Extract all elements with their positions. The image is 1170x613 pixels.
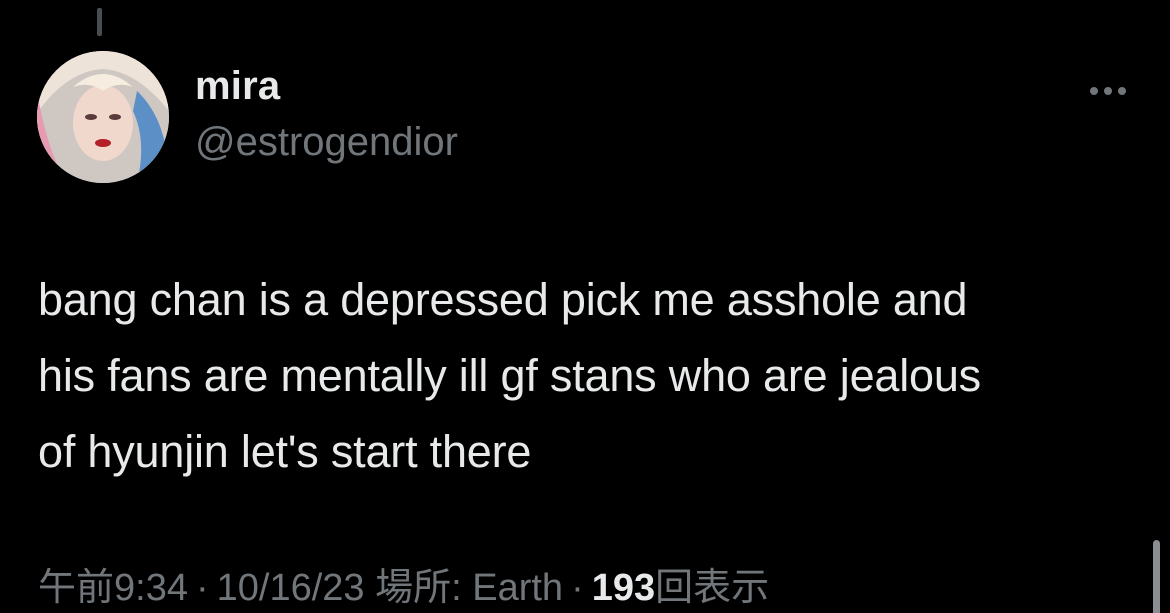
more-horizontal-icon-dot	[1104, 87, 1112, 95]
views-label: 回表示	[655, 567, 770, 609]
views-count[interactable]: 193	[592, 567, 655, 609]
tweet-metadata: 午前9:34 · 10/16/23 場所: Earth · 193回表示	[38, 556, 769, 611]
author-handle[interactable]: @estrogendior	[195, 120, 458, 165]
tweet-text-line: his fans are mentally ill gf stans who a…	[38, 350, 981, 401]
avatar[interactable]	[37, 51, 169, 183]
tweet-time[interactable]: 午前9:34	[38, 567, 188, 609]
tweet-text-line: bang chan is a depressed pick me asshole…	[38, 274, 968, 325]
tweet-date[interactable]: 10/16/23	[217, 567, 365, 609]
separator: ·	[195, 567, 209, 609]
tweet-text: bang chan is a depressed pick me asshole…	[38, 262, 1138, 490]
more-options-button[interactable]	[1082, 78, 1134, 104]
thread-connector-line	[97, 8, 102, 36]
scrollbar[interactable]	[1153, 540, 1160, 613]
tweet-location: 場所: Earth	[375, 567, 564, 609]
avatar-image	[37, 51, 169, 183]
more-horizontal-icon	[1090, 87, 1098, 95]
more-horizontal-icon-dot	[1118, 87, 1126, 95]
author-display-name[interactable]: mira	[195, 64, 280, 109]
separator: ·	[571, 567, 584, 609]
tweet-text-line: of hyunjin let's start there	[38, 426, 532, 477]
